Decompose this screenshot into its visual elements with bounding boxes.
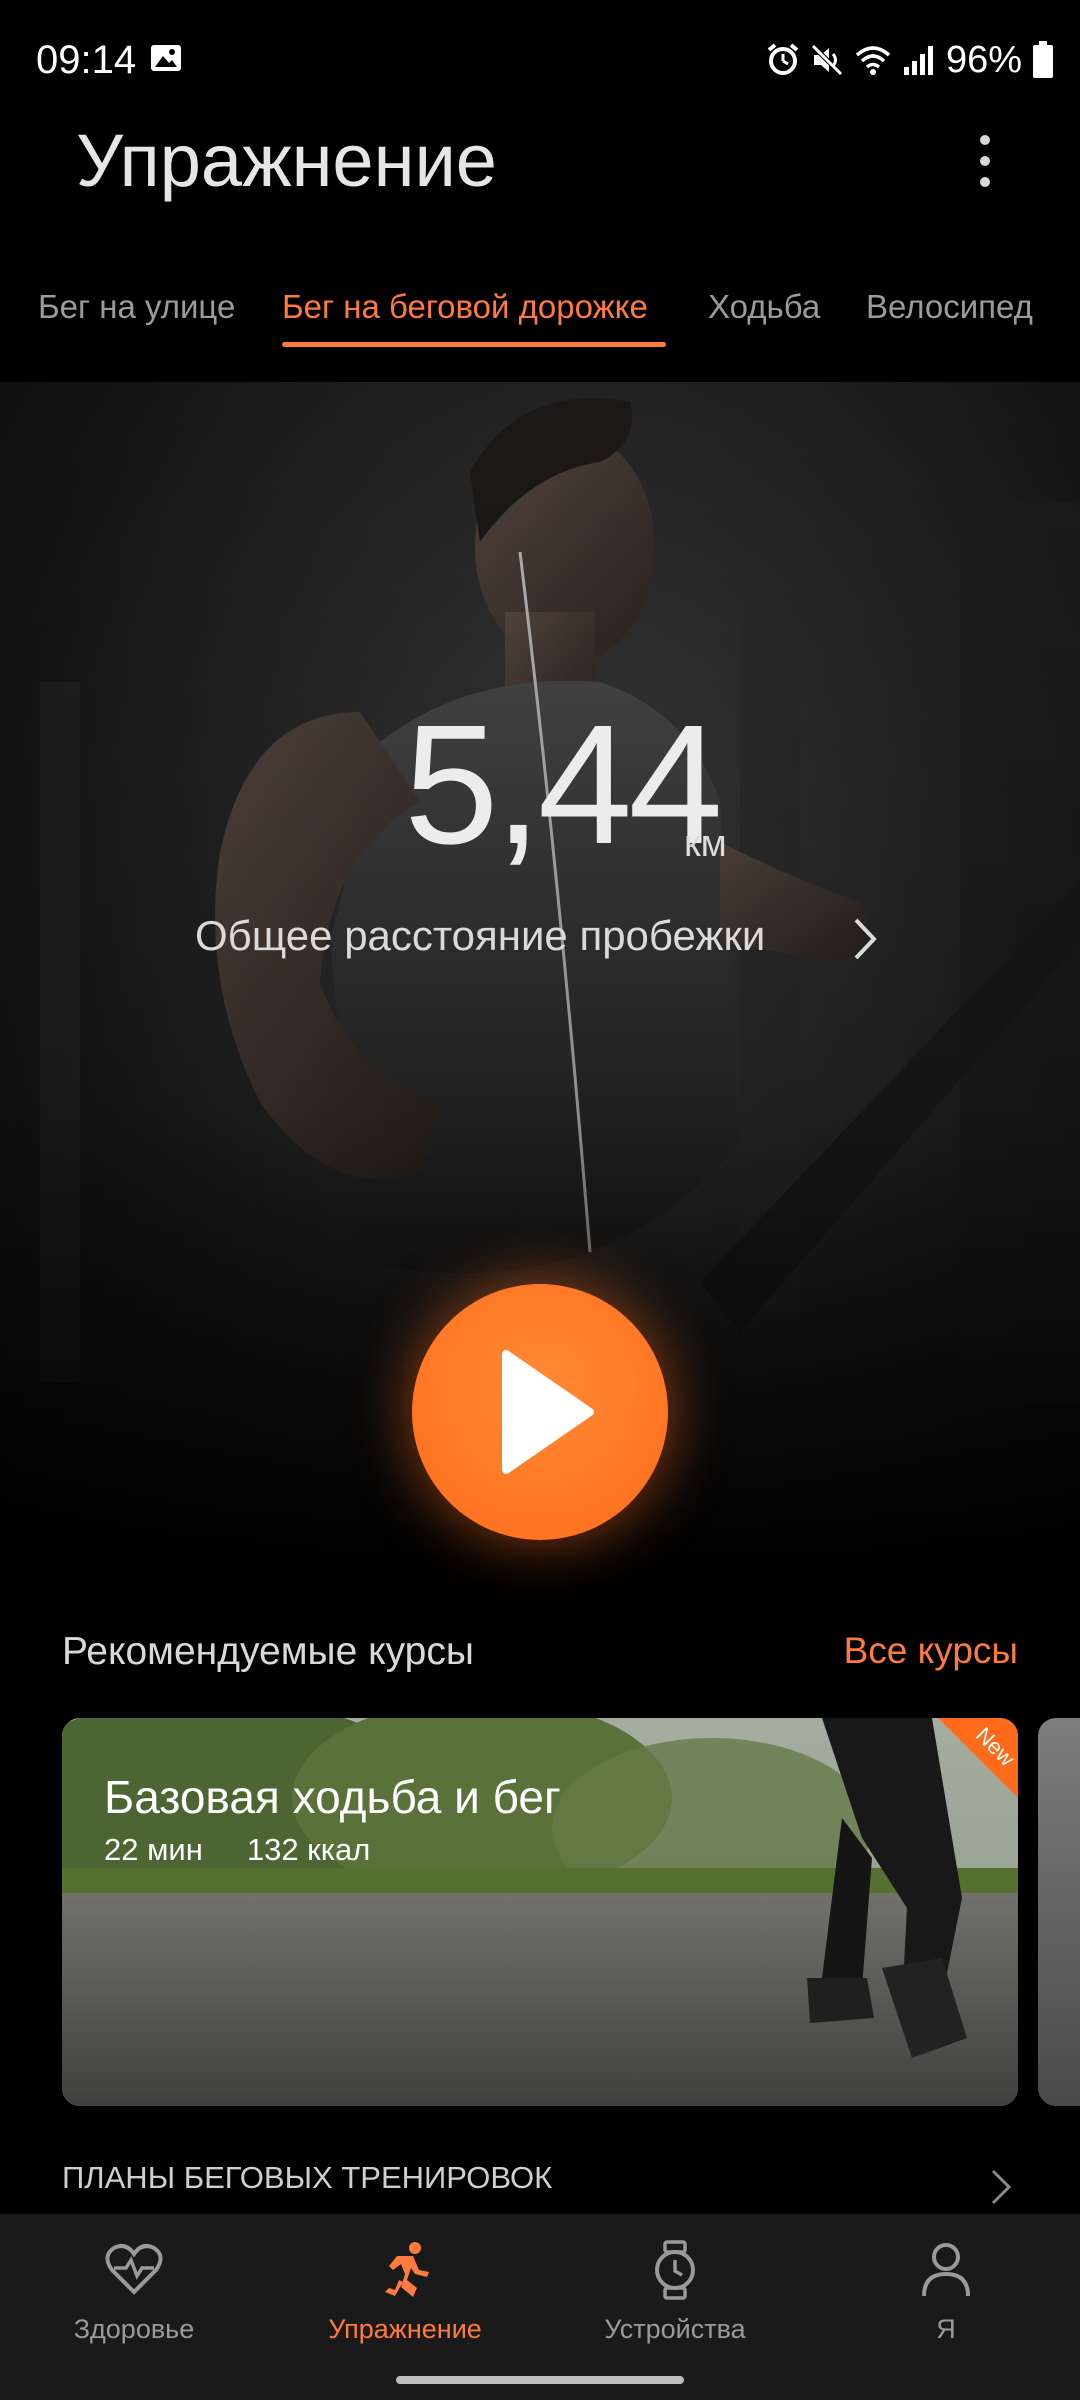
home-indicator[interactable] bbox=[396, 2376, 684, 2384]
course-card[interactable]: Базовая ходьба и бег 22 мин 132 ккал New bbox=[62, 1718, 1018, 2106]
next-course-card[interactable] bbox=[1038, 1718, 1080, 2106]
nav-label: Здоровье bbox=[73, 2314, 195, 2344]
battery-percent: 96% bbox=[945, 38, 1022, 81]
watch-icon bbox=[655, 2240, 695, 2300]
nav-label: Устройства bbox=[604, 2314, 746, 2344]
chevron-right-icon[interactable] bbox=[990, 2168, 1012, 2206]
course-title: Базовая ходьба и бег bbox=[104, 1771, 561, 1823]
tab-outdoor-run[interactable]: Бег на улице bbox=[38, 288, 235, 326]
tab-bar: Бег на улице Бег на беговой дорожке Ходь… bbox=[0, 280, 1080, 370]
course-calories: 132 ккал bbox=[246, 1832, 371, 1867]
nav-exercise[interactable]: Упражнение bbox=[290, 2240, 520, 2345]
heart-pulse-icon bbox=[105, 2244, 163, 2295]
nav-devices[interactable]: Устройства bbox=[560, 2240, 790, 2345]
all-courses-link[interactable]: Все курсы bbox=[844, 1630, 1018, 1672]
recommended-courses-title: Рекомендуемые курсы bbox=[62, 1630, 474, 1673]
mute-icon bbox=[811, 44, 843, 76]
tab-active-indicator bbox=[282, 342, 666, 347]
signal-icon bbox=[903, 46, 933, 75]
distance-unit: км bbox=[684, 823, 727, 865]
wifi-icon bbox=[855, 46, 891, 75]
new-badge: New bbox=[938, 1718, 1018, 1798]
nav-label: Упражнение bbox=[328, 2314, 482, 2344]
running-plans-title[interactable]: ПЛАНЫ БЕГОВЫХ ТРЕНИРОВОК bbox=[62, 2160, 552, 2196]
nav-me[interactable]: Я bbox=[831, 2240, 1061, 2345]
page-title: Упражнение bbox=[76, 119, 497, 202]
course-meta: 22 мин 132 ккал bbox=[104, 1832, 370, 1868]
nav-health[interactable]: Здоровье bbox=[19, 2240, 249, 2345]
alarm-icon bbox=[767, 43, 799, 75]
nav-label: Я bbox=[936, 2314, 956, 2344]
bottom-navigation: Здоровье Упражнение Устройства Я bbox=[0, 2214, 1080, 2400]
tab-cycling[interactable]: Велосипед bbox=[866, 288, 1033, 326]
total-distance-value: 5,44 bbox=[404, 690, 723, 880]
status-bar: 09:14 96% bbox=[0, 0, 1080, 120]
tab-treadmill[interactable]: Бег на беговой дорожке bbox=[282, 288, 648, 326]
course-duration: 22 мин bbox=[104, 1832, 203, 1867]
tab-walking[interactable]: Ходьба bbox=[708, 288, 820, 326]
chevron-right-icon[interactable] bbox=[850, 916, 880, 962]
more-vert-icon[interactable] bbox=[960, 128, 1010, 198]
battery-icon bbox=[1033, 41, 1053, 78]
start-workout-button[interactable] bbox=[412, 1284, 668, 1540]
image-icon bbox=[151, 45, 181, 71]
person-icon bbox=[922, 2243, 970, 2297]
total-distance-label[interactable]: Общее расстояние пробежки bbox=[195, 912, 765, 960]
runner-icon bbox=[385, 2242, 429, 2297]
status-time: 09:14 bbox=[36, 38, 137, 82]
play-icon bbox=[502, 1350, 594, 1474]
